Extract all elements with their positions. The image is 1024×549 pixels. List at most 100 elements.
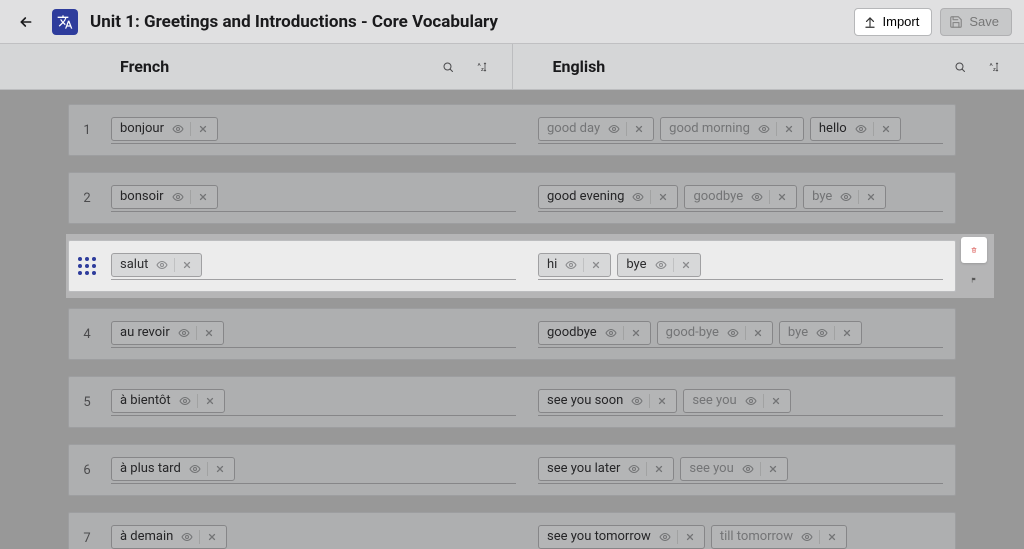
chip-remove-icon[interactable] bbox=[197, 191, 209, 203]
chip-visibility-icon[interactable] bbox=[727, 327, 739, 339]
delete-row-button[interactable] bbox=[965, 241, 983, 259]
word-chip[interactable]: à plus tard bbox=[111, 457, 235, 481]
chip-visibility-icon[interactable] bbox=[608, 123, 620, 135]
chip-remove-icon[interactable] bbox=[656, 395, 668, 407]
word-chip[interactable]: see you bbox=[680, 457, 787, 481]
word-chip[interactable]: au revoir bbox=[111, 321, 224, 345]
vocab-row[interactable]: 1bonjourgood daygood morninghello bbox=[68, 104, 956, 156]
vocab-row[interactable]: 6à plus tardsee you latersee you bbox=[68, 444, 956, 496]
row-left-cell[interactable]: bonjour bbox=[105, 105, 528, 155]
chip-visibility-icon[interactable] bbox=[605, 327, 617, 339]
rows-scroll-area[interactable]: 1bonjourgood daygood morninghello2bonsoi… bbox=[0, 90, 1024, 549]
flag-row-button[interactable] bbox=[965, 271, 983, 289]
word-chip[interactable]: bye bbox=[803, 185, 886, 209]
chip-visibility-icon[interactable] bbox=[172, 123, 184, 135]
vocab-row[interactable]: salut hibye bbox=[68, 240, 956, 292]
word-chip[interactable]: hello bbox=[810, 117, 901, 141]
chip-remove-icon[interactable] bbox=[181, 259, 193, 271]
chip-visibility-icon[interactable] bbox=[816, 327, 828, 339]
word-chip[interactable]: goodbye bbox=[538, 321, 651, 345]
word-chip[interactable]: bonjour bbox=[111, 117, 218, 141]
word-chip[interactable]: salut bbox=[111, 253, 202, 277]
chip-visibility-icon[interactable] bbox=[156, 259, 168, 271]
chip-remove-icon[interactable] bbox=[880, 123, 892, 135]
word-chip[interactable]: see you bbox=[683, 389, 790, 413]
vocab-row[interactable]: 5à bientôtsee you soonsee you bbox=[68, 376, 956, 428]
chip-remove-icon[interactable] bbox=[841, 327, 853, 339]
row-left-cell[interactable]: bonsoir bbox=[105, 173, 528, 223]
chip-visibility-icon[interactable] bbox=[172, 191, 184, 203]
chip-visibility-icon[interactable] bbox=[655, 259, 667, 271]
chip-remove-icon[interactable] bbox=[776, 191, 788, 203]
import-button[interactable]: Import bbox=[854, 8, 933, 36]
back-button[interactable] bbox=[12, 8, 40, 36]
chip-visibility-icon[interactable] bbox=[855, 123, 867, 135]
chip-remove-icon[interactable] bbox=[680, 259, 692, 271]
chip-visibility-icon[interactable] bbox=[745, 395, 757, 407]
chip-visibility-icon[interactable] bbox=[742, 463, 754, 475]
chip-remove-icon[interactable] bbox=[206, 531, 218, 543]
chip-remove-icon[interactable] bbox=[767, 463, 779, 475]
chip-visibility-icon[interactable] bbox=[801, 531, 813, 543]
chip-visibility-icon[interactable] bbox=[178, 327, 190, 339]
row-right-cell[interactable]: good eveninggoodbyebye bbox=[528, 173, 955, 223]
chip-visibility-icon[interactable] bbox=[632, 191, 644, 203]
word-chip[interactable]: good-bye bbox=[657, 321, 773, 345]
row-drag-handle[interactable] bbox=[69, 241, 105, 291]
chip-visibility-icon[interactable] bbox=[659, 531, 671, 543]
chip-visibility-icon[interactable] bbox=[628, 463, 640, 475]
chip-visibility-icon[interactable] bbox=[631, 395, 643, 407]
search-left-button[interactable] bbox=[436, 55, 460, 79]
chip-visibility-icon[interactable] bbox=[181, 531, 193, 543]
sort-left-button[interactable]: AZ bbox=[470, 55, 494, 79]
word-chip[interactable]: hi bbox=[538, 253, 611, 277]
chip-visibility-icon[interactable] bbox=[189, 463, 201, 475]
chip-remove-icon[interactable] bbox=[684, 531, 696, 543]
search-right-button[interactable] bbox=[948, 55, 972, 79]
sort-right-button[interactable]: AZ bbox=[982, 55, 1006, 79]
row-right-cell[interactable]: goodbyegood-byebye bbox=[528, 309, 955, 359]
chip-remove-icon[interactable] bbox=[214, 463, 226, 475]
row-left-cell[interactable]: salut bbox=[105, 241, 528, 291]
chip-remove-icon[interactable] bbox=[630, 327, 642, 339]
vocab-row[interactable]: 7à demainsee you tomorrowtill tomorrow bbox=[68, 512, 956, 549]
word-chip[interactable]: see you soon bbox=[538, 389, 677, 413]
vocab-row[interactable]: 4au revoirgoodbyegood-byebye bbox=[68, 308, 956, 360]
word-chip[interactable]: bye bbox=[779, 321, 862, 345]
chip-visibility-icon[interactable] bbox=[840, 191, 852, 203]
word-chip[interactable]: à demain bbox=[111, 525, 227, 549]
word-chip[interactable]: bye bbox=[617, 253, 700, 277]
word-chip[interactable]: see you tomorrow bbox=[538, 525, 705, 549]
row-right-cell[interactable]: see you latersee you bbox=[528, 445, 955, 495]
chip-remove-icon[interactable] bbox=[752, 327, 764, 339]
chip-visibility-icon[interactable] bbox=[179, 395, 191, 407]
chip-visibility-icon[interactable] bbox=[751, 191, 763, 203]
word-chip[interactable]: good day bbox=[538, 117, 654, 141]
chip-visibility-icon[interactable] bbox=[565, 259, 577, 271]
row-right-cell[interactable]: see you tomorrowtill tomorrow bbox=[528, 513, 955, 549]
chip-remove-icon[interactable] bbox=[770, 395, 782, 407]
chip-remove-icon[interactable] bbox=[204, 395, 216, 407]
row-left-cell[interactable]: à plus tard bbox=[105, 445, 528, 495]
word-chip[interactable]: good evening bbox=[538, 185, 678, 209]
word-chip[interactable]: good morning bbox=[660, 117, 804, 141]
save-button[interactable]: Save bbox=[940, 8, 1012, 36]
row-right-cell[interactable]: hibye bbox=[528, 241, 955, 291]
row-right-cell[interactable]: good daygood morninghello bbox=[528, 105, 955, 155]
row-left-cell[interactable]: à bientôt bbox=[105, 377, 528, 427]
chip-remove-icon[interactable] bbox=[203, 327, 215, 339]
chip-remove-icon[interactable] bbox=[633, 123, 645, 135]
word-chip[interactable]: bonsoir bbox=[111, 185, 218, 209]
chip-remove-icon[interactable] bbox=[657, 191, 669, 203]
chip-remove-icon[interactable] bbox=[653, 463, 665, 475]
chip-remove-icon[interactable] bbox=[865, 191, 877, 203]
chip-remove-icon[interactable] bbox=[783, 123, 795, 135]
chip-remove-icon[interactable] bbox=[826, 531, 838, 543]
word-chip[interactable]: goodbye bbox=[684, 185, 797, 209]
word-chip[interactable]: à bientôt bbox=[111, 389, 225, 413]
chip-remove-icon[interactable] bbox=[197, 123, 209, 135]
chip-visibility-icon[interactable] bbox=[758, 123, 770, 135]
word-chip[interactable]: till tomorrow bbox=[711, 525, 847, 549]
word-chip[interactable]: see you later bbox=[538, 457, 674, 481]
row-left-cell[interactable]: à demain bbox=[105, 513, 528, 549]
